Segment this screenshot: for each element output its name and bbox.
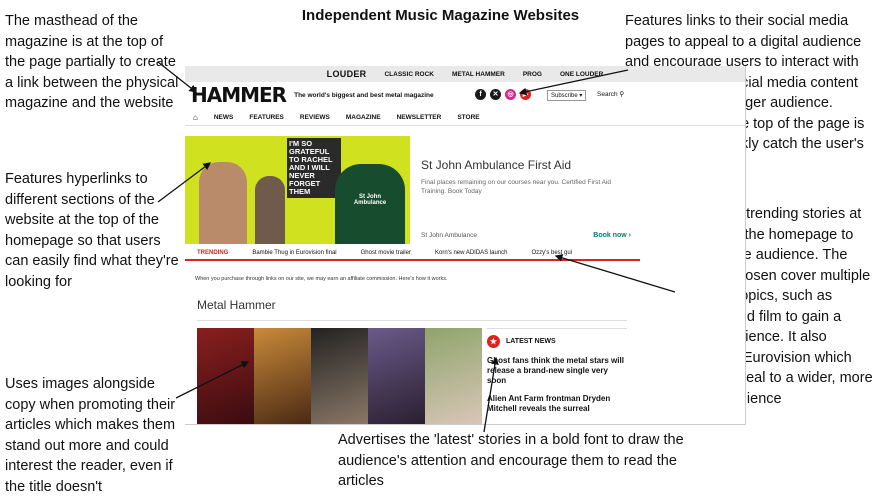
images-arrow: [175, 361, 250, 399]
hyperlinks-arrow: [157, 162, 212, 203]
trending-arrow: [554, 254, 676, 293]
annotation-arrows: [157, 61, 676, 433]
latest-arrow: [483, 356, 499, 433]
masthead-arrow: [157, 61, 198, 93]
social-arrow: [518, 69, 629, 96]
